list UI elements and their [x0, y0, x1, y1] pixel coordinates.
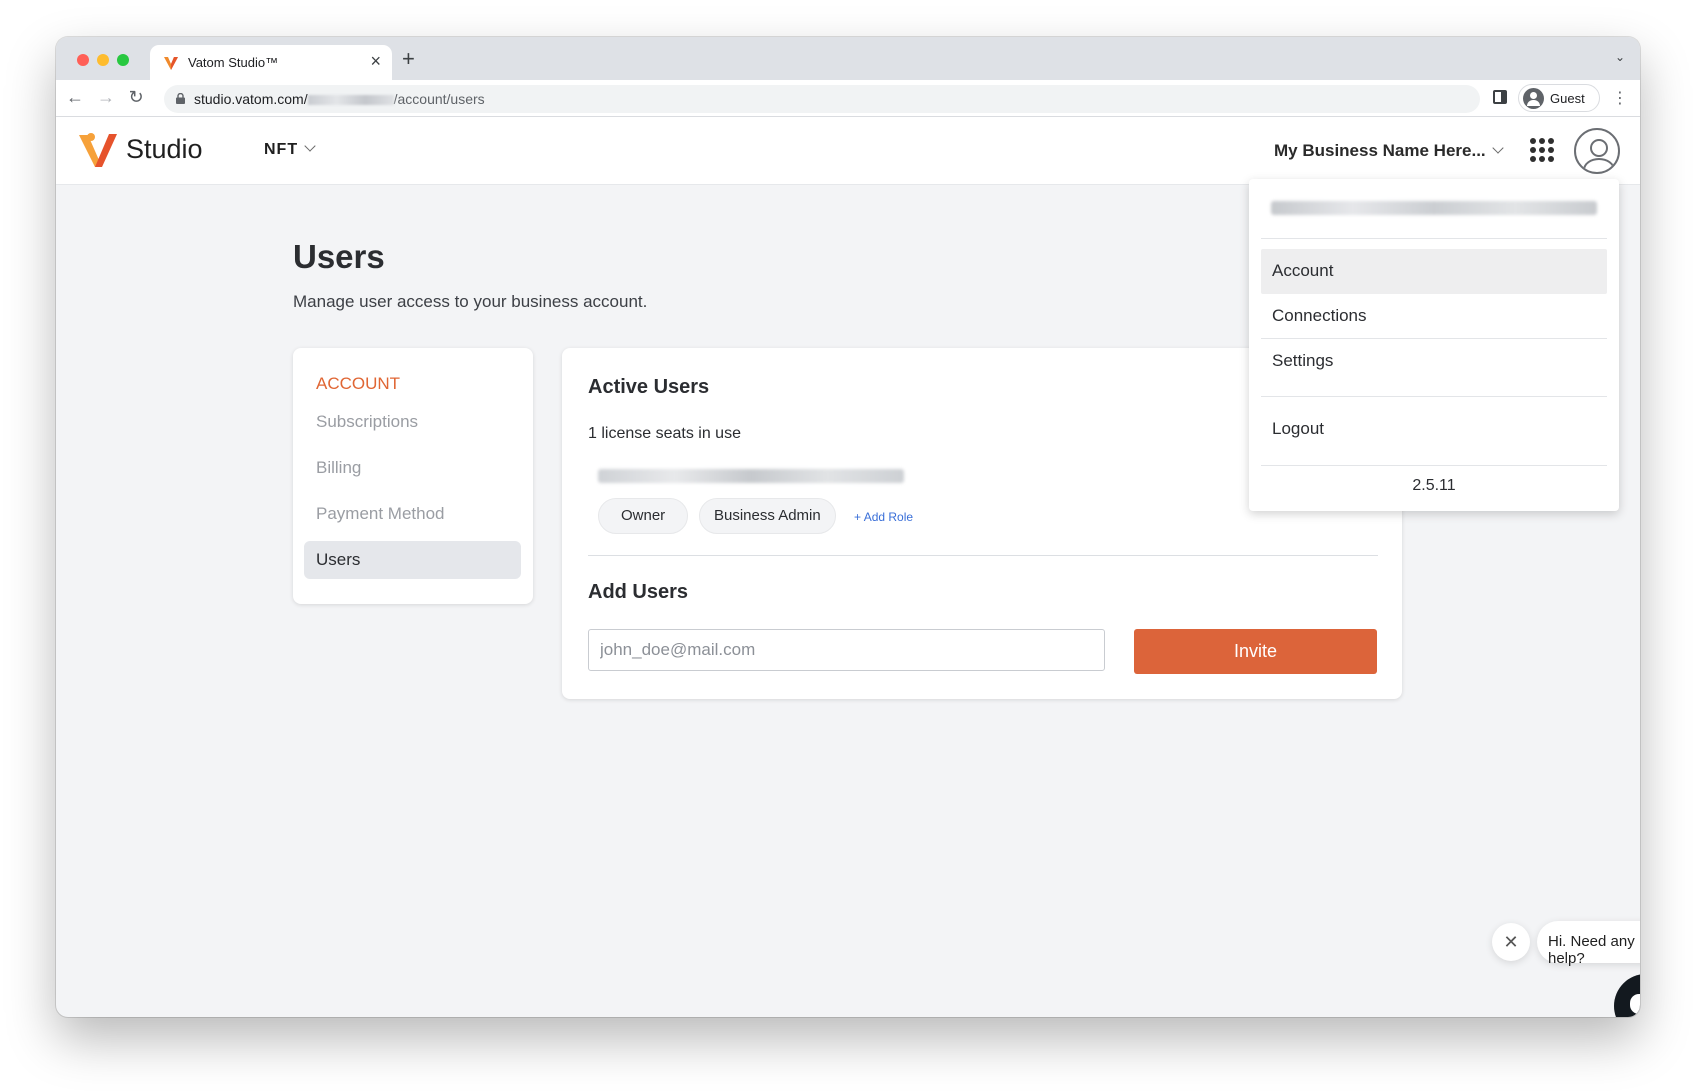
role-chip-business-admin[interactable]: Business Admin [699, 498, 836, 534]
tab-close-icon[interactable]: × [370, 51, 381, 72]
business-name: My Business Name Here... [1274, 141, 1486, 160]
business-switcher-dropdown[interactable]: My Business Name Here... [1274, 141, 1504, 161]
invite-button[interactable]: Invite [1134, 629, 1377, 674]
redacted-user-email [598, 469, 904, 483]
redacted-account-email [1271, 201, 1597, 215]
add-users-title: Add Users [588, 581, 689, 603]
tab-strip: Vatom Studio™ × + ⌄ [56, 37, 1640, 80]
side-panel-icon[interactable] [1493, 90, 1507, 104]
page-subtitle: Manage user access to your business acco… [293, 292, 648, 311]
help-dismiss-icon[interactable]: ✕ [1492, 923, 1530, 961]
zoom-window-button[interactable] [117, 54, 129, 66]
menu-item-logout[interactable]: Logout [1261, 407, 1607, 452]
browser-window: Vatom Studio™ × + ⌄ ← → ↻ studio.vatom.c… [56, 37, 1640, 1017]
user-profile-icon[interactable] [1574, 128, 1620, 174]
logo-text[interactable]: Studio [126, 134, 203, 165]
guest-label: Guest [1550, 91, 1585, 106]
guest-profile-button[interactable]: Guest [1518, 84, 1600, 112]
sidebar-item-billing[interactable]: Billing [304, 449, 521, 487]
profile-menu-dropdown: Account Connections Settings Logout 2.5.… [1249, 179, 1619, 511]
url-host: studio.vatom.com/ [194, 91, 308, 107]
sidebar-item-subscriptions[interactable]: Subscriptions [304, 403, 521, 441]
chevron-down-icon [304, 140, 316, 152]
help-message-bubble[interactable]: Hi. Need any help? [1537, 921, 1640, 967]
page-title: Users [293, 238, 385, 275]
active-users-title: Active Users [588, 376, 710, 398]
menu-item-account[interactable]: Account [1261, 249, 1607, 294]
tab-title: Vatom Studio™ [188, 55, 279, 70]
add-role-link[interactable]: + Add Role [854, 510, 913, 524]
product-menu-dropdown[interactable]: NFT [264, 140, 316, 159]
url-text: studio.vatom.com/ /account/users [194, 91, 485, 107]
app-version: 2.5.11 [1412, 477, 1456, 494]
close-window-button[interactable] [77, 54, 89, 66]
menu-item-settings[interactable]: Settings [1261, 339, 1607, 384]
browser-tab[interactable]: Vatom Studio™ × [150, 45, 392, 80]
role-chip-owner[interactable]: Owner [598, 498, 689, 534]
vatom-logo-icon[interactable] [78, 131, 118, 169]
browser-toolbar: ← → ↻ studio.vatom.com/ /account/users Gu… [56, 80, 1640, 117]
apps-grid-icon[interactable] [1530, 138, 1554, 162]
sidebar-item-payment-method[interactable]: Payment Method [304, 495, 521, 533]
forward-arrow-icon[interactable]: → [95, 87, 117, 108]
plus-icon: + [854, 510, 862, 524]
product-menu-label: NFT [264, 141, 299, 158]
invite-email-input[interactable] [588, 629, 1105, 671]
url-path: /account/users [393, 91, 485, 107]
new-tab-button[interactable]: + [402, 46, 415, 72]
tab-search-chevron-icon[interactable]: ⌄ [1615, 50, 1625, 64]
lock-icon [176, 93, 185, 104]
menu-item-connections[interactable]: Connections [1261, 294, 1607, 339]
chevron-down-icon [1491, 142, 1504, 154]
sidebar-heading: ACCOUNT [316, 374, 401, 393]
menu-divider [1261, 465, 1607, 466]
guest-avatar-icon [1523, 88, 1544, 109]
browser-menu-icon[interactable]: ⋮ [1612, 88, 1628, 108]
menu-divider [1261, 396, 1607, 397]
section-divider [588, 555, 1378, 556]
address-bar[interactable]: studio.vatom.com/ /account/users [164, 85, 1480, 113]
vatom-favicon-icon [164, 57, 178, 70]
minimize-window-button[interactable] [97, 54, 109, 66]
account-sidebar: ACCOUNT Subscriptions Billing Payment Me… [293, 348, 533, 604]
reload-icon[interactable]: ↻ [125, 87, 147, 108]
back-arrow-icon[interactable]: ← [64, 87, 86, 108]
app-header: Studio NFT My Business Name Here... [56, 117, 1640, 185]
redacted-url-segment [307, 95, 394, 106]
license-seats-text: 1 license seats in use [588, 425, 741, 442]
sidebar-item-users[interactable]: Users [304, 541, 521, 579]
chat-launcher-icon[interactable] [1614, 974, 1640, 1017]
menu-divider [1261, 238, 1607, 239]
add-role-label: Add Role [863, 510, 914, 524]
